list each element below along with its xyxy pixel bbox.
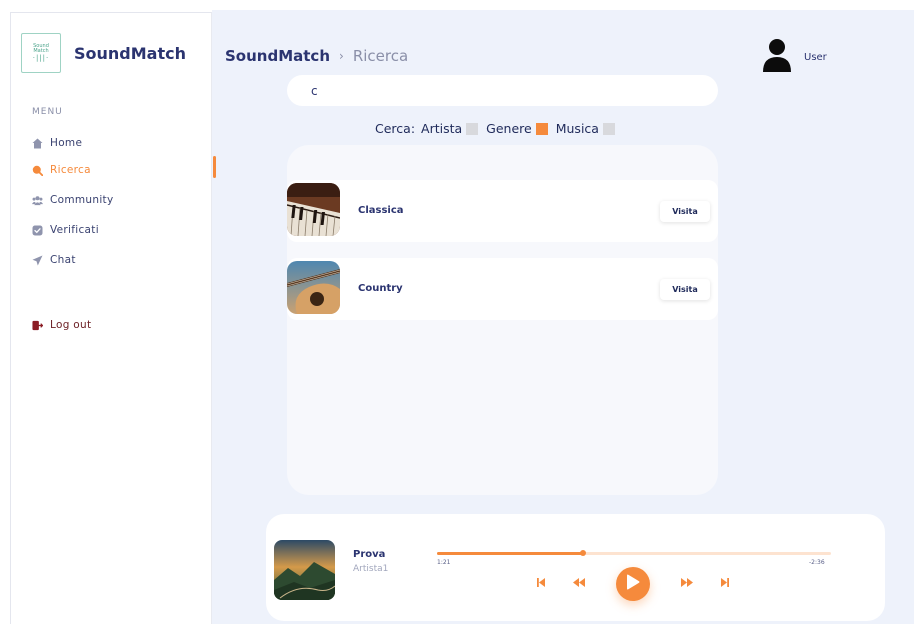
sidebar-item-label: Verificati [50,224,99,236]
menu-title: MENU [32,107,63,117]
result-name: Classica [358,205,404,216]
search-filters: Cerca: Artista Genere Musica [375,121,623,136]
progress-bar[interactable] [437,550,831,556]
user-menu[interactable]: User [762,38,827,76]
visit-button[interactable]: Visita [660,279,710,300]
verified-icon [32,225,43,236]
sidebar-item-label: Ricerca [50,164,91,176]
sidebar-item-ricerca[interactable]: Ricerca [32,161,91,179]
progress-handle[interactable] [579,550,586,556]
sidebar: Sound Match ·|||· SoundMatch MENU Home R… [10,12,212,624]
home-icon [32,138,43,149]
remaining-time: -2:36 [809,559,825,566]
track-artist: Artista1 [353,564,389,574]
breadcrumb-app[interactable]: SoundMatch [225,47,330,65]
logout-icon [32,320,43,331]
brand-name: SoundMatch [74,44,186,63]
visit-button[interactable]: Visita [660,201,710,222]
sidebar-item-label: Chat [50,254,76,266]
logo-wave: ·|||· [32,53,50,62]
sidebar-item-verificati[interactable]: Verificati [32,221,99,239]
filter-artista-checkbox[interactable] [466,122,479,135]
sidebar-item-label: Community [50,194,114,206]
community-icon [32,195,43,206]
logo[interactable]: Sound Match ·|||· [21,33,61,73]
avatar-icon [762,38,792,76]
filter-genere-label: Genere [486,121,532,136]
result-name: Country [358,283,403,294]
filter-label: Cerca: [375,121,416,136]
album-cover [274,540,335,600]
sidebar-item-label: Home [50,137,83,149]
filter-musica-checkbox[interactable] [602,122,615,135]
search-input[interactable] [287,75,718,106]
rewind-icon[interactable] [573,578,585,587]
play-button[interactable] [616,567,650,601]
breadcrumb-separator: › [339,49,344,63]
filter-artista-label: Artista [421,121,463,136]
list-item[interactable]: Classica Visita [287,180,718,242]
fast-forward-icon[interactable] [681,578,693,587]
sidebar-item-chat[interactable]: Chat [32,251,76,269]
user-label: User [804,51,827,63]
progress-fill [437,552,583,555]
send-icon [32,255,43,266]
filter-musica-label: Musica [555,121,599,136]
skip-back-icon[interactable] [537,578,545,587]
guitar-image [287,261,340,314]
play-icon [626,574,640,594]
logout-label: Log out [50,319,92,331]
skip-forward-icon[interactable] [721,578,729,587]
search-icon [32,165,43,176]
list-item[interactable]: Country Visita [287,258,718,320]
breadcrumb: SoundMatch › Ricerca [225,47,408,65]
piano-image [287,183,340,236]
track-title: Prova [353,549,386,560]
active-indicator [213,156,216,178]
filter-genere-checkbox[interactable] [535,122,548,135]
music-player: Prova Artista1 1:21 -2:36 [266,514,885,621]
sidebar-item-community[interactable]: Community [32,191,113,209]
page-title: Ricerca [352,47,409,65]
elapsed-time: 1:21 [437,559,451,566]
sidebar-item-home[interactable]: Home [32,134,82,152]
logout-button[interactable]: Log out [32,316,91,334]
